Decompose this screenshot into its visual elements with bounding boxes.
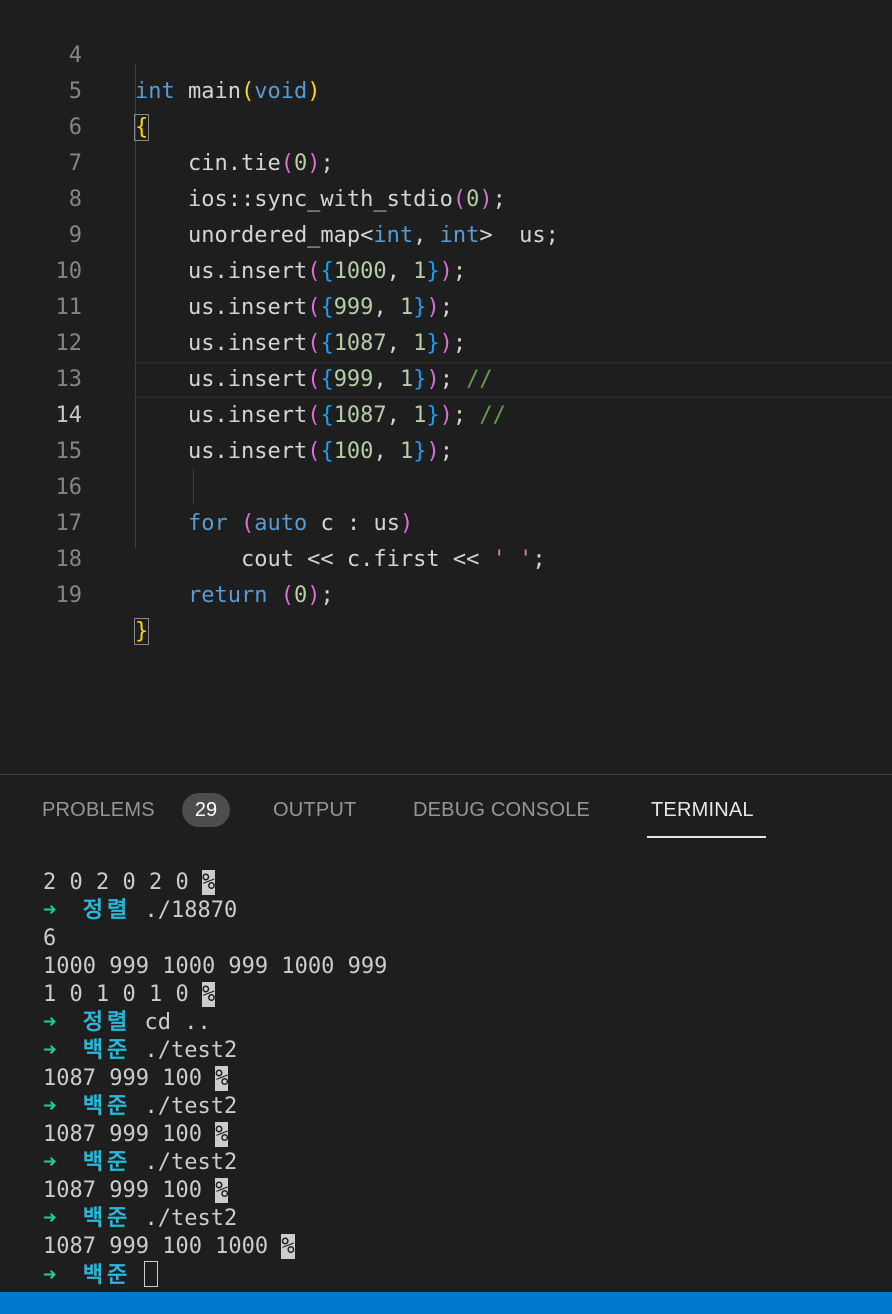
terminal-output-line: 1000 999 1000 999 1000 999 <box>43 953 883 981</box>
prompt-arrow-icon: ➜ <box>43 1263 57 1288</box>
code-line[interactable]: 8 unordered_map<int, int> us; <box>0 146 892 248</box>
code-line[interactable]: 19 } <box>0 542 892 645</box>
eol-marker: % <box>215 1066 229 1091</box>
code-line[interactable]: 4 int main(void) <box>0 2 892 104</box>
terminal-prompt-line: ➜ 백준 ./test2 <box>43 1093 883 1121</box>
line-number: 19 <box>55 583 83 608</box>
code-line[interactable]: 6 cin.tie(0); <box>0 74 892 176</box>
code-text: return (0); <box>187 583 334 608</box>
code-line[interactable]: 17 cout << c.first << ' '; <box>0 470 892 572</box>
prompt-command: ./test2 <box>144 1150 238 1175</box>
active-tab-indicator <box>647 836 766 838</box>
terminal-prompt-line: ➜ 백준 ./test2 <box>43 1149 883 1177</box>
prompt-command: ./test2 <box>144 1094 238 1119</box>
prompt-arrow-icon: ➜ <box>43 1038 57 1063</box>
prompt-directory: 정렬 <box>82 1010 132 1035</box>
eol-marker: % <box>281 1234 295 1259</box>
terminal-prompt-line: ➜ 백준 ./test2 <box>43 1205 883 1233</box>
eol-marker: % <box>201 870 216 895</box>
status-bar <box>0 1292 892 1314</box>
code-line[interactable]: 16 for (auto c : us) <box>0 434 892 536</box>
terminal-output-line: 1087 999 100 % <box>43 1065 883 1093</box>
problems-count-badge: 29 <box>182 793 230 827</box>
prompt-command: ./test2 <box>144 1206 238 1231</box>
code-text: } <box>133 618 150 645</box>
code-line[interactable]: 13 us.insert({1087, 1}); // <box>0 326 892 428</box>
code-line[interactable]: 5 { <box>0 38 892 141</box>
eol-marker: % <box>215 1178 229 1203</box>
bottom-panel: PROBLEMS 29 OUTPUT DEBUG CONSOLE TERMINA… <box>0 774 892 1293</box>
prompt-arrow-icon: ➜ <box>43 1150 57 1175</box>
prompt-command: ./test2 <box>144 1038 238 1063</box>
output-text: 1087 999 100 <box>43 1066 216 1091</box>
terminal-output-line: 1 0 1 0 1 0 % <box>43 981 883 1009</box>
code-line[interactable]: 12 us.insert({999, 1}); // <box>0 290 892 392</box>
tab-output[interactable]: OUTPUT <box>273 799 356 822</box>
prompt-arrow-icon: ➜ <box>43 1206 57 1231</box>
prompt-directory: 정렬 <box>82 898 132 923</box>
terminal-prompt-line: ➜ 정렬 ./18870 <box>43 897 883 925</box>
terminal-prompt-line: ➜ 백준 ./test2 <box>43 1037 883 1065</box>
terminal-prompt-line: ➜ 정렬 cd .. <box>43 1009 883 1037</box>
terminal-output-line: 6 <box>43 925 883 953</box>
output-text: 6 <box>43 926 57 951</box>
code-line[interactable]: 9 us.insert({1000, 1}); <box>0 182 892 284</box>
terminal-output[interactable]: 2 0 2 0 2 0 % ➜ 정렬 ./18870 6 1000 999 1000 … <box>43 869 883 1289</box>
output-text: 1000 999 1000 999 1000 999 <box>43 954 388 979</box>
eol-marker: % <box>201 982 216 1007</box>
prompt-directory: 백준 <box>82 1038 132 1063</box>
code-line[interactable]: 7 ios::sync_with_stdio(0); <box>0 110 892 212</box>
terminal-cursor[interactable] <box>144 1261 159 1287</box>
prompt-command: cd .. <box>144 1010 211 1035</box>
prompt-directory: 백준 <box>82 1094 132 1119</box>
code-line[interactable]: 10 us.insert({999, 1}); <box>0 218 892 320</box>
prompt-command: ./18870 <box>144 898 238 923</box>
terminal-output-line: 1087 999 100 % <box>43 1177 883 1205</box>
code-line[interactable]: 11 us.insert({1087, 1}); <box>0 254 892 356</box>
prompt-arrow-icon: ➜ <box>43 898 57 923</box>
prompt-directory: 백준 <box>82 1150 132 1175</box>
code-line-current[interactable]: 14 us.insert({100, 1}); <box>0 362 892 464</box>
output-text: 1 0 1 0 1 0 <box>43 982 202 1007</box>
prompt-arrow-icon: ➜ <box>43 1094 57 1119</box>
output-text: 1087 999 100 1000 <box>43 1234 282 1259</box>
tab-terminal[interactable]: TERMINAL <box>651 799 754 822</box>
terminal-prompt-line: ➜ 백준 <box>43 1261 883 1289</box>
tab-debug-console[interactable]: DEBUG CONSOLE <box>413 799 590 822</box>
tab-problems[interactable]: PROBLEMS <box>42 799 155 822</box>
output-text: 2 0 2 0 2 0 <box>43 870 202 895</box>
output-text: 1087 999 100 <box>43 1178 216 1203</box>
prompt-directory: 백준 <box>82 1263 132 1288</box>
terminal-output-line: 2 0 2 0 2 0 % <box>43 869 883 897</box>
code-editor[interactable]: 4 int main(void) 5 { 6 cin.tie(0); 7 ios… <box>0 0 892 774</box>
terminal-output-line: 1087 999 100 1000 % <box>43 1233 883 1261</box>
prompt-arrow-icon: ➜ <box>43 1010 57 1035</box>
terminal-output-line: 1087 999 100 % <box>43 1121 883 1149</box>
output-text: 1087 999 100 <box>43 1122 216 1147</box>
prompt-directory: 백준 <box>82 1206 132 1231</box>
code-line[interactable]: 18 return (0); <box>0 506 892 608</box>
code-line[interactable]: 15 <box>0 398 892 464</box>
eol-marker: % <box>215 1122 229 1147</box>
